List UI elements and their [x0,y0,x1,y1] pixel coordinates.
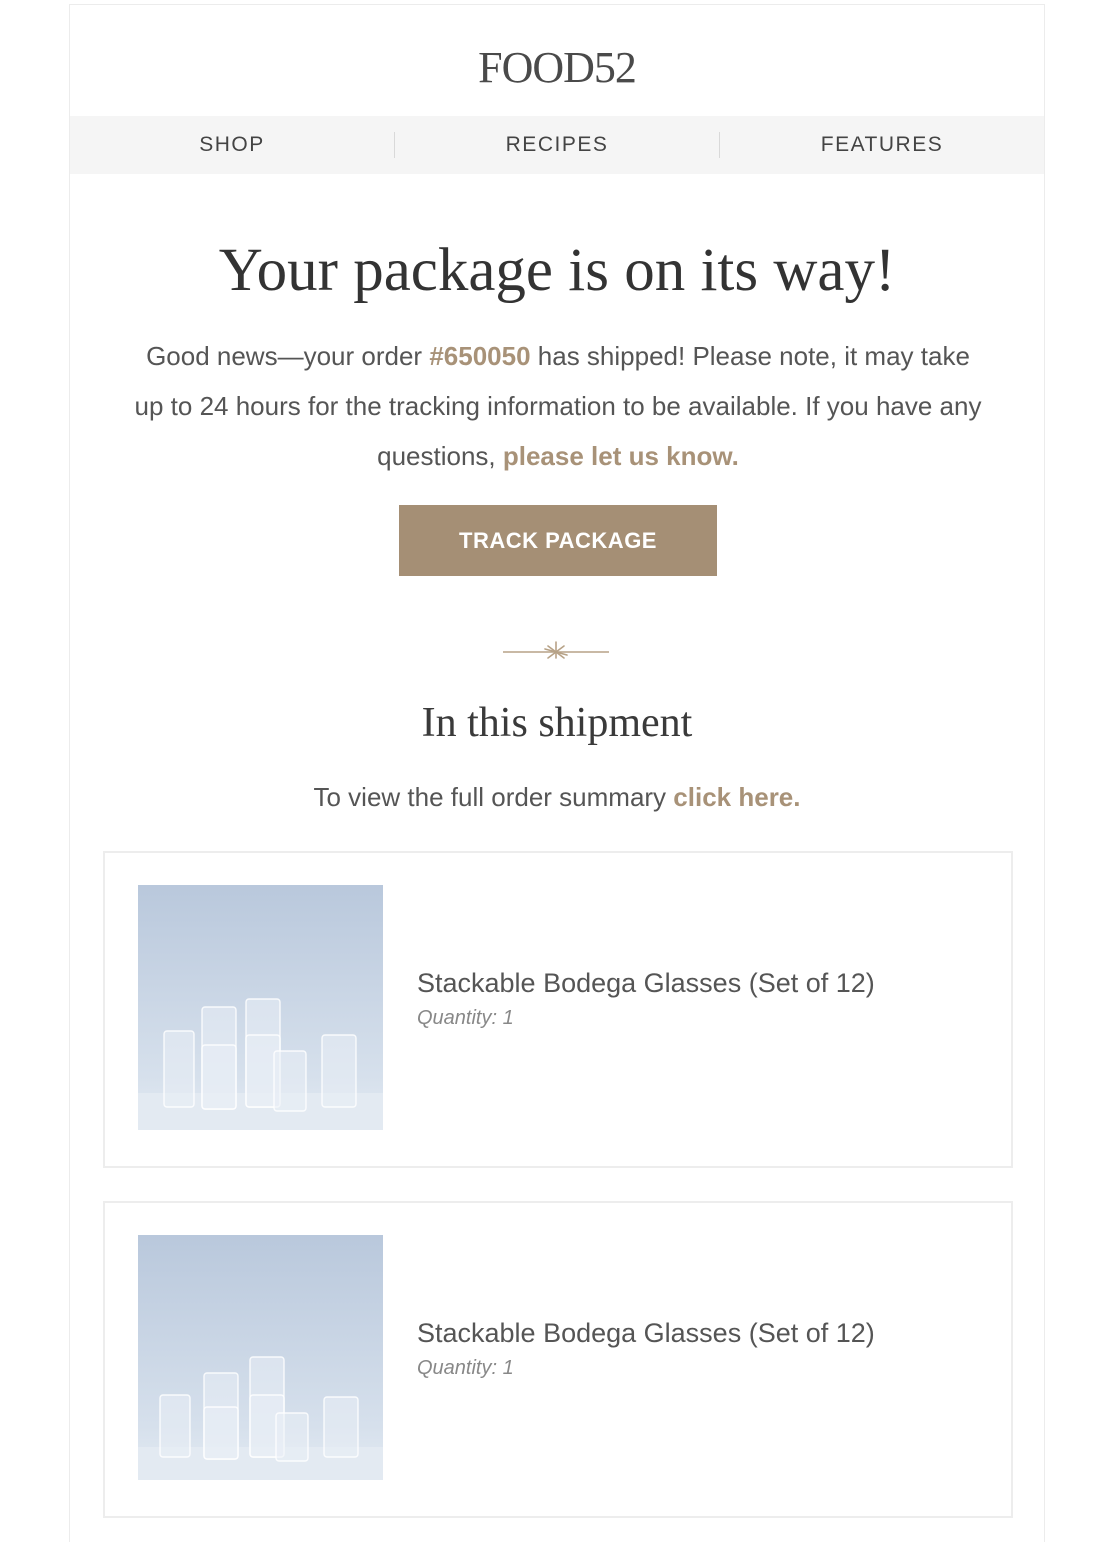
item-info: Stackable Bodega Glasses (Set of 12) Qua… [417,1315,875,1380]
shipment-item-card: Stackable Bodega Glasses (Set of 12) Qua… [103,851,1013,1168]
item-quantity: Quantity: 1 [417,1007,514,1029]
sparkle-divider-icon [503,641,609,659]
nav-bar: SHOP RECIPES FEATURES [70,116,1044,174]
nav-item-recipes[interactable]: RECIPES [395,133,719,157]
order-summary-link[interactable]: click here. [673,782,800,812]
track-package-button[interactable]: TRACK PACKAGE [399,505,717,576]
page: FOOD52 SHOP RECIPES FEATURES Your packag… [0,0,1116,1542]
summary-text: To view the full order summary [313,782,674,812]
shipment-item-card: Stackable Bodega Glasses (Set of 12) Qua… [103,1201,1013,1518]
item-info: Stackable Bodega Glasses (Set of 12) Qua… [417,965,875,1030]
nav-item-shop[interactable]: SHOP [70,133,394,157]
email-container: FOOD52 SHOP RECIPES FEATURES Your packag… [69,4,1045,1542]
contact-link[interactable]: please let us know. [503,441,739,471]
intro-text: Good news—your order [146,341,430,371]
order-number: #650050 [429,341,531,371]
item-quantity: Quantity: 1 [417,1357,514,1379]
shipment-title: In this shipment [421,700,693,746]
item-name[interactable]: Stackable Bodega Glasses (Set of 12) [417,1315,875,1351]
page-title: Your package is on its way! [218,237,896,304]
intro-paragraph: Good news—your order #650050 has shipped… [130,331,986,481]
nav-item-features[interactable]: FEATURES [720,133,1044,157]
item-name[interactable]: Stackable Bodega Glasses (Set of 12) [417,965,875,1001]
product-image[interactable] [138,1235,383,1480]
brand-logo[interactable]: FOOD52 [70,41,1044,95]
product-image[interactable] [138,885,383,1130]
order-summary-line: To view the full order summary click her… [70,777,1044,817]
